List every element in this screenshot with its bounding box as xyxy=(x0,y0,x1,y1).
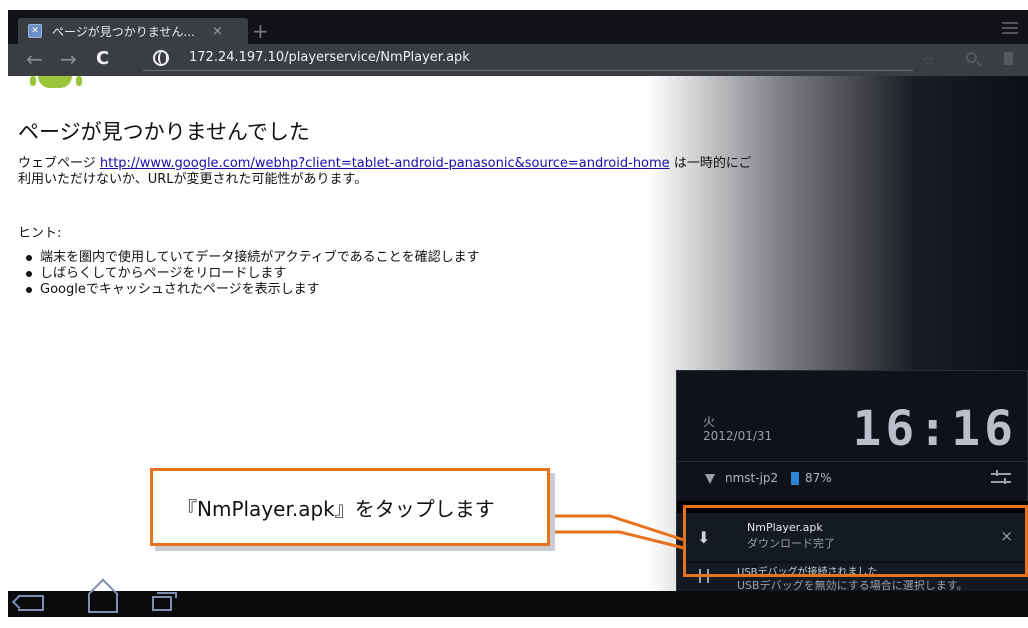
wifi-icon xyxy=(705,474,715,484)
tab-close-icon[interactable]: × xyxy=(212,24,223,39)
weekday: 火 xyxy=(703,415,716,429)
back-button[interactable]: ← xyxy=(26,49,43,69)
menu-icon[interactable] xyxy=(1002,22,1018,34)
battery-level: 87% xyxy=(805,471,832,485)
wifi-ssid: nmst-jp2 xyxy=(725,471,779,485)
divider xyxy=(677,461,1028,462)
list-item: 端末を圏内で使用していてデータ接続がアクティブであることを確認します xyxy=(18,250,480,266)
list-item: しばらくしてからページをリロードします xyxy=(18,266,480,282)
date: 2012/01/31 xyxy=(703,429,773,443)
settings-sliders-icon[interactable] xyxy=(991,469,1011,487)
highlight-box xyxy=(683,505,1028,577)
search-icon[interactable] xyxy=(966,52,977,63)
tab-strip: ✕ ページが見つかりません... × + xyxy=(8,10,1028,44)
error-title: ページが見つかりませんでした xyxy=(18,120,310,144)
browser-toolbar: ← → C 172.24.197.10/playerservice/NmPlay… xyxy=(8,44,1028,76)
error-message: ウェブページ http://www.google.com/webhp?clien… xyxy=(18,156,758,188)
page-favicon-icon: ✕ xyxy=(28,24,42,38)
system-bar xyxy=(8,591,1028,617)
clock: 16:16 xyxy=(852,401,1017,457)
battery-icon xyxy=(791,472,799,485)
error-link[interactable]: http://www.google.com/webhp?client=table… xyxy=(100,156,670,171)
forward-button[interactable]: → xyxy=(60,49,77,69)
error-message-prefix: ウェブページ xyxy=(18,156,100,171)
list-item: Googleでキャッシュされたページを表示します xyxy=(18,282,480,298)
new-tab-button[interactable]: + xyxy=(252,21,269,41)
instruction-callout: 『NmPlayer.apk』をタップします xyxy=(150,468,550,546)
browser-tab[interactable]: ✕ ページが見つかりません... × xyxy=(18,18,248,44)
bookmarks-icon[interactable] xyxy=(1004,52,1013,65)
android-logo xyxy=(38,76,72,88)
globe-icon xyxy=(153,50,169,66)
url-text[interactable]: 172.24.197.10/playerservice/NmPlayer.apk xyxy=(189,50,470,65)
back-nav-icon[interactable] xyxy=(18,595,44,611)
android-logo-arm xyxy=(30,76,36,86)
tips-list: 端末を圏内で使用していてデータ接続がアクティブであることを確認します しばらくし… xyxy=(18,250,480,298)
address-bar[interactable]: 172.24.197.10/playerservice/NmPlayer.apk xyxy=(143,47,913,71)
tab-title: ページが見つかりません... xyxy=(52,24,195,39)
recent-apps-icon[interactable] xyxy=(152,592,177,611)
hint-label: ヒント: xyxy=(18,226,62,241)
bookmark-star-icon[interactable]: ☆ xyxy=(921,50,935,69)
reload-button[interactable]: C xyxy=(96,49,109,69)
home-nav-icon[interactable] xyxy=(88,593,118,613)
callout-text: 『NmPlayer.apk』をタップします xyxy=(177,497,495,521)
android-logo-arm xyxy=(76,76,82,86)
